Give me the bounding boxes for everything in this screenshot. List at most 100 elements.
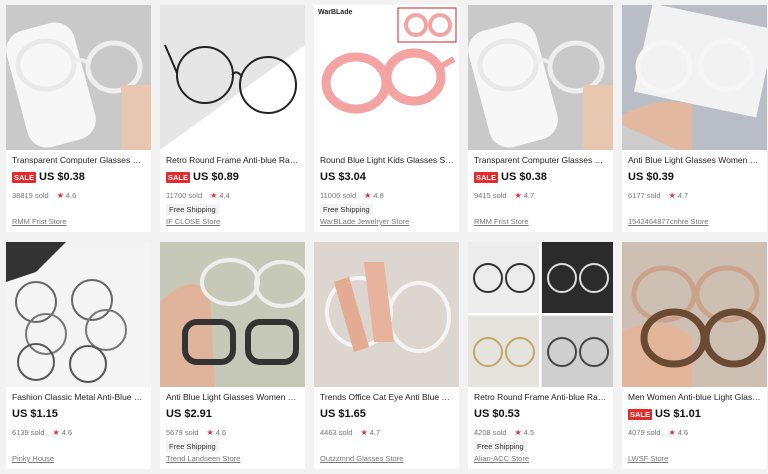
- product-image[interactable]: [160, 242, 305, 387]
- product-card[interactable]: Fashion Classic Metal Anti-Blue Lig... US…: [6, 242, 151, 469]
- sale-badge: SALE: [12, 171, 37, 183]
- rating: 4.7: [523, 191, 535, 200]
- sales-meta: 6139 sold ★ 4.6: [12, 428, 72, 437]
- product-grid: Transparent Computer Glasses Fra... SALE U…: [0, 0, 768, 474]
- product-card[interactable]: Transparent Computer Glasses Fra... SALE U…: [468, 5, 613, 232]
- product-image[interactable]: [314, 242, 459, 387]
- product-title[interactable]: Fashion Classic Metal Anti-Blue Lig...: [12, 392, 146, 403]
- product-title[interactable]: Trends Office Cat Eye Anti Blue Lig...: [320, 392, 454, 403]
- product-card[interactable]: Retro Round Frame Anti-blue Radi... US $0…: [468, 242, 613, 469]
- price-row: SALE US $0.38: [474, 170, 547, 184]
- store-link[interactable]: RMM Frist Store: [12, 217, 67, 226]
- price: US $1.01: [655, 408, 701, 420]
- price: US $1.15: [12, 408, 58, 420]
- store-link[interactable]: 1542464877cnhre Store: [628, 217, 708, 226]
- star-icon: ★: [364, 191, 372, 200]
- rating: 4.8: [373, 191, 384, 200]
- store-link[interactable]: WarBLade Jewelryer Store: [320, 217, 409, 226]
- star-icon: ★: [52, 428, 60, 437]
- store-link[interactable]: Outzzmnd Glasses Store: [320, 454, 403, 463]
- price: US $0.89: [193, 171, 239, 183]
- star-icon: ★: [514, 428, 522, 437]
- price: US $0.39: [628, 171, 674, 183]
- price: US $0.38: [39, 171, 85, 183]
- price: US $3.04: [320, 171, 366, 183]
- rating: 4.6: [215, 428, 227, 437]
- product-title[interactable]: Transparent Computer Glasses Fra...: [12, 155, 146, 166]
- product-card[interactable]: Transparent Computer Glasses Fra... SALE U…: [6, 5, 151, 232]
- price-row: US $1.65: [320, 407, 366, 421]
- product-card[interactable]: Men Women Anti-blue Light Glass... SALE US…: [622, 242, 767, 469]
- product-image[interactable]: [468, 242, 613, 387]
- sales-meta: 5679 sold ★ 4.6: [166, 428, 226, 437]
- sold-count: 9415 sold: [474, 191, 507, 200]
- rating: 4.6: [61, 428, 73, 437]
- free-shipping-badge: Free Shipping: [320, 204, 373, 215]
- price-row: US $0.53: [474, 407, 520, 421]
- product-image[interactable]: [160, 5, 305, 150]
- star-icon: ★: [206, 428, 214, 437]
- star-icon: ★: [210, 191, 218, 200]
- store-link[interactable]: RMM Frist Store: [474, 217, 529, 226]
- product-title[interactable]: Retro Round Frame Anti-blue Radi...: [166, 155, 300, 166]
- store-link[interactable]: Pinky House: [12, 454, 54, 463]
- product-title[interactable]: Round Blue Light Kids Glasses Silic...: [320, 155, 454, 166]
- price: US $2.91: [166, 408, 212, 420]
- sales-meta: 4079 sold ★ 4.6: [628, 428, 688, 437]
- sale-badge: SALE: [474, 171, 499, 183]
- sold-count: 6139 sold: [12, 428, 45, 437]
- store-link[interactable]: Alian-ACC Store: [474, 454, 529, 463]
- price: US $1.65: [320, 408, 366, 420]
- price-row: US $0.39: [628, 170, 674, 184]
- price: US $0.53: [474, 408, 520, 420]
- price-row: US $3.04: [320, 170, 366, 184]
- product-title[interactable]: Retro Round Frame Anti-blue Radi...: [474, 392, 608, 403]
- price-row: US $1.15: [12, 407, 58, 421]
- product-card[interactable]: Retro Round Frame Anti-blue Radi... SALE U…: [160, 5, 305, 232]
- sales-meta: 38819 sold ★ 4.6: [12, 191, 76, 200]
- star-icon: ★: [514, 191, 522, 200]
- price-row: SALE US $1.01: [628, 407, 701, 421]
- rating: 4.4: [219, 191, 230, 200]
- product-image[interactable]: [622, 5, 767, 150]
- price-row: SALE US $0.38: [12, 170, 85, 184]
- price-row: US $2.91: [166, 407, 212, 421]
- star-icon: ★: [668, 428, 676, 437]
- rating: 4.5: [523, 428, 535, 437]
- sold-count: 11006 sold: [320, 191, 357, 200]
- sales-meta: 11700 sold ★ 4.4: [166, 191, 230, 200]
- star-icon: ★: [56, 191, 64, 200]
- product-title[interactable]: Transparent Computer Glasses Fra...: [474, 155, 608, 166]
- sales-meta: 4208 sold ★ 4.5: [474, 428, 534, 437]
- sales-meta: 6177 sold ★ 4.7: [628, 191, 688, 200]
- product-image[interactable]: [468, 5, 613, 150]
- sold-count: 38819 sold: [12, 191, 49, 200]
- sales-meta: 9415 sold ★ 4.7: [474, 191, 534, 200]
- product-card[interactable]: Anti Blue Light Glasses Women Vin... US $…: [622, 5, 767, 232]
- brand-logo: WarBLade: [318, 9, 353, 16]
- store-link[interactable]: Trend Landseen Store: [166, 454, 240, 463]
- product-image[interactable]: [622, 242, 767, 387]
- product-card[interactable]: Anti Blue Light Glasses Women Vin... US $…: [160, 242, 305, 469]
- star-icon: ★: [360, 428, 368, 437]
- price-row: SALE US $0.89: [166, 170, 239, 184]
- rating: 4.7: [677, 191, 689, 200]
- product-image[interactable]: [6, 5, 151, 150]
- free-shipping-badge: Free Shipping: [166, 204, 219, 215]
- product-card[interactable]: Trends Office Cat Eye Anti Blue Lig... US…: [314, 242, 459, 469]
- product-title[interactable]: Anti Blue Light Glasses Women Vin...: [628, 155, 762, 166]
- rating: 4.6: [65, 191, 77, 200]
- product-title[interactable]: Anti Blue Light Glasses Women Vin...: [166, 392, 300, 403]
- sale-badge: SALE: [628, 408, 653, 420]
- product-image[interactable]: [6, 242, 151, 387]
- sold-count: 5679 sold: [166, 428, 199, 437]
- star-icon: ★: [668, 191, 676, 200]
- product-title[interactable]: Men Women Anti-blue Light Glass...: [628, 392, 762, 403]
- store-link[interactable]: LWSF Store: [628, 454, 668, 463]
- sold-count: 4208 sold: [474, 428, 507, 437]
- product-image[interactable]: WarBLade: [314, 5, 459, 150]
- store-link[interactable]: IF CLOSE Store: [166, 217, 220, 226]
- free-shipping-badge: Free Shipping: [166, 441, 219, 452]
- product-card[interactable]: WarBLade Round Blue Light Kids Glasses Si…: [314, 5, 459, 232]
- sales-meta: 11006 sold ★ 4.8: [320, 191, 384, 200]
